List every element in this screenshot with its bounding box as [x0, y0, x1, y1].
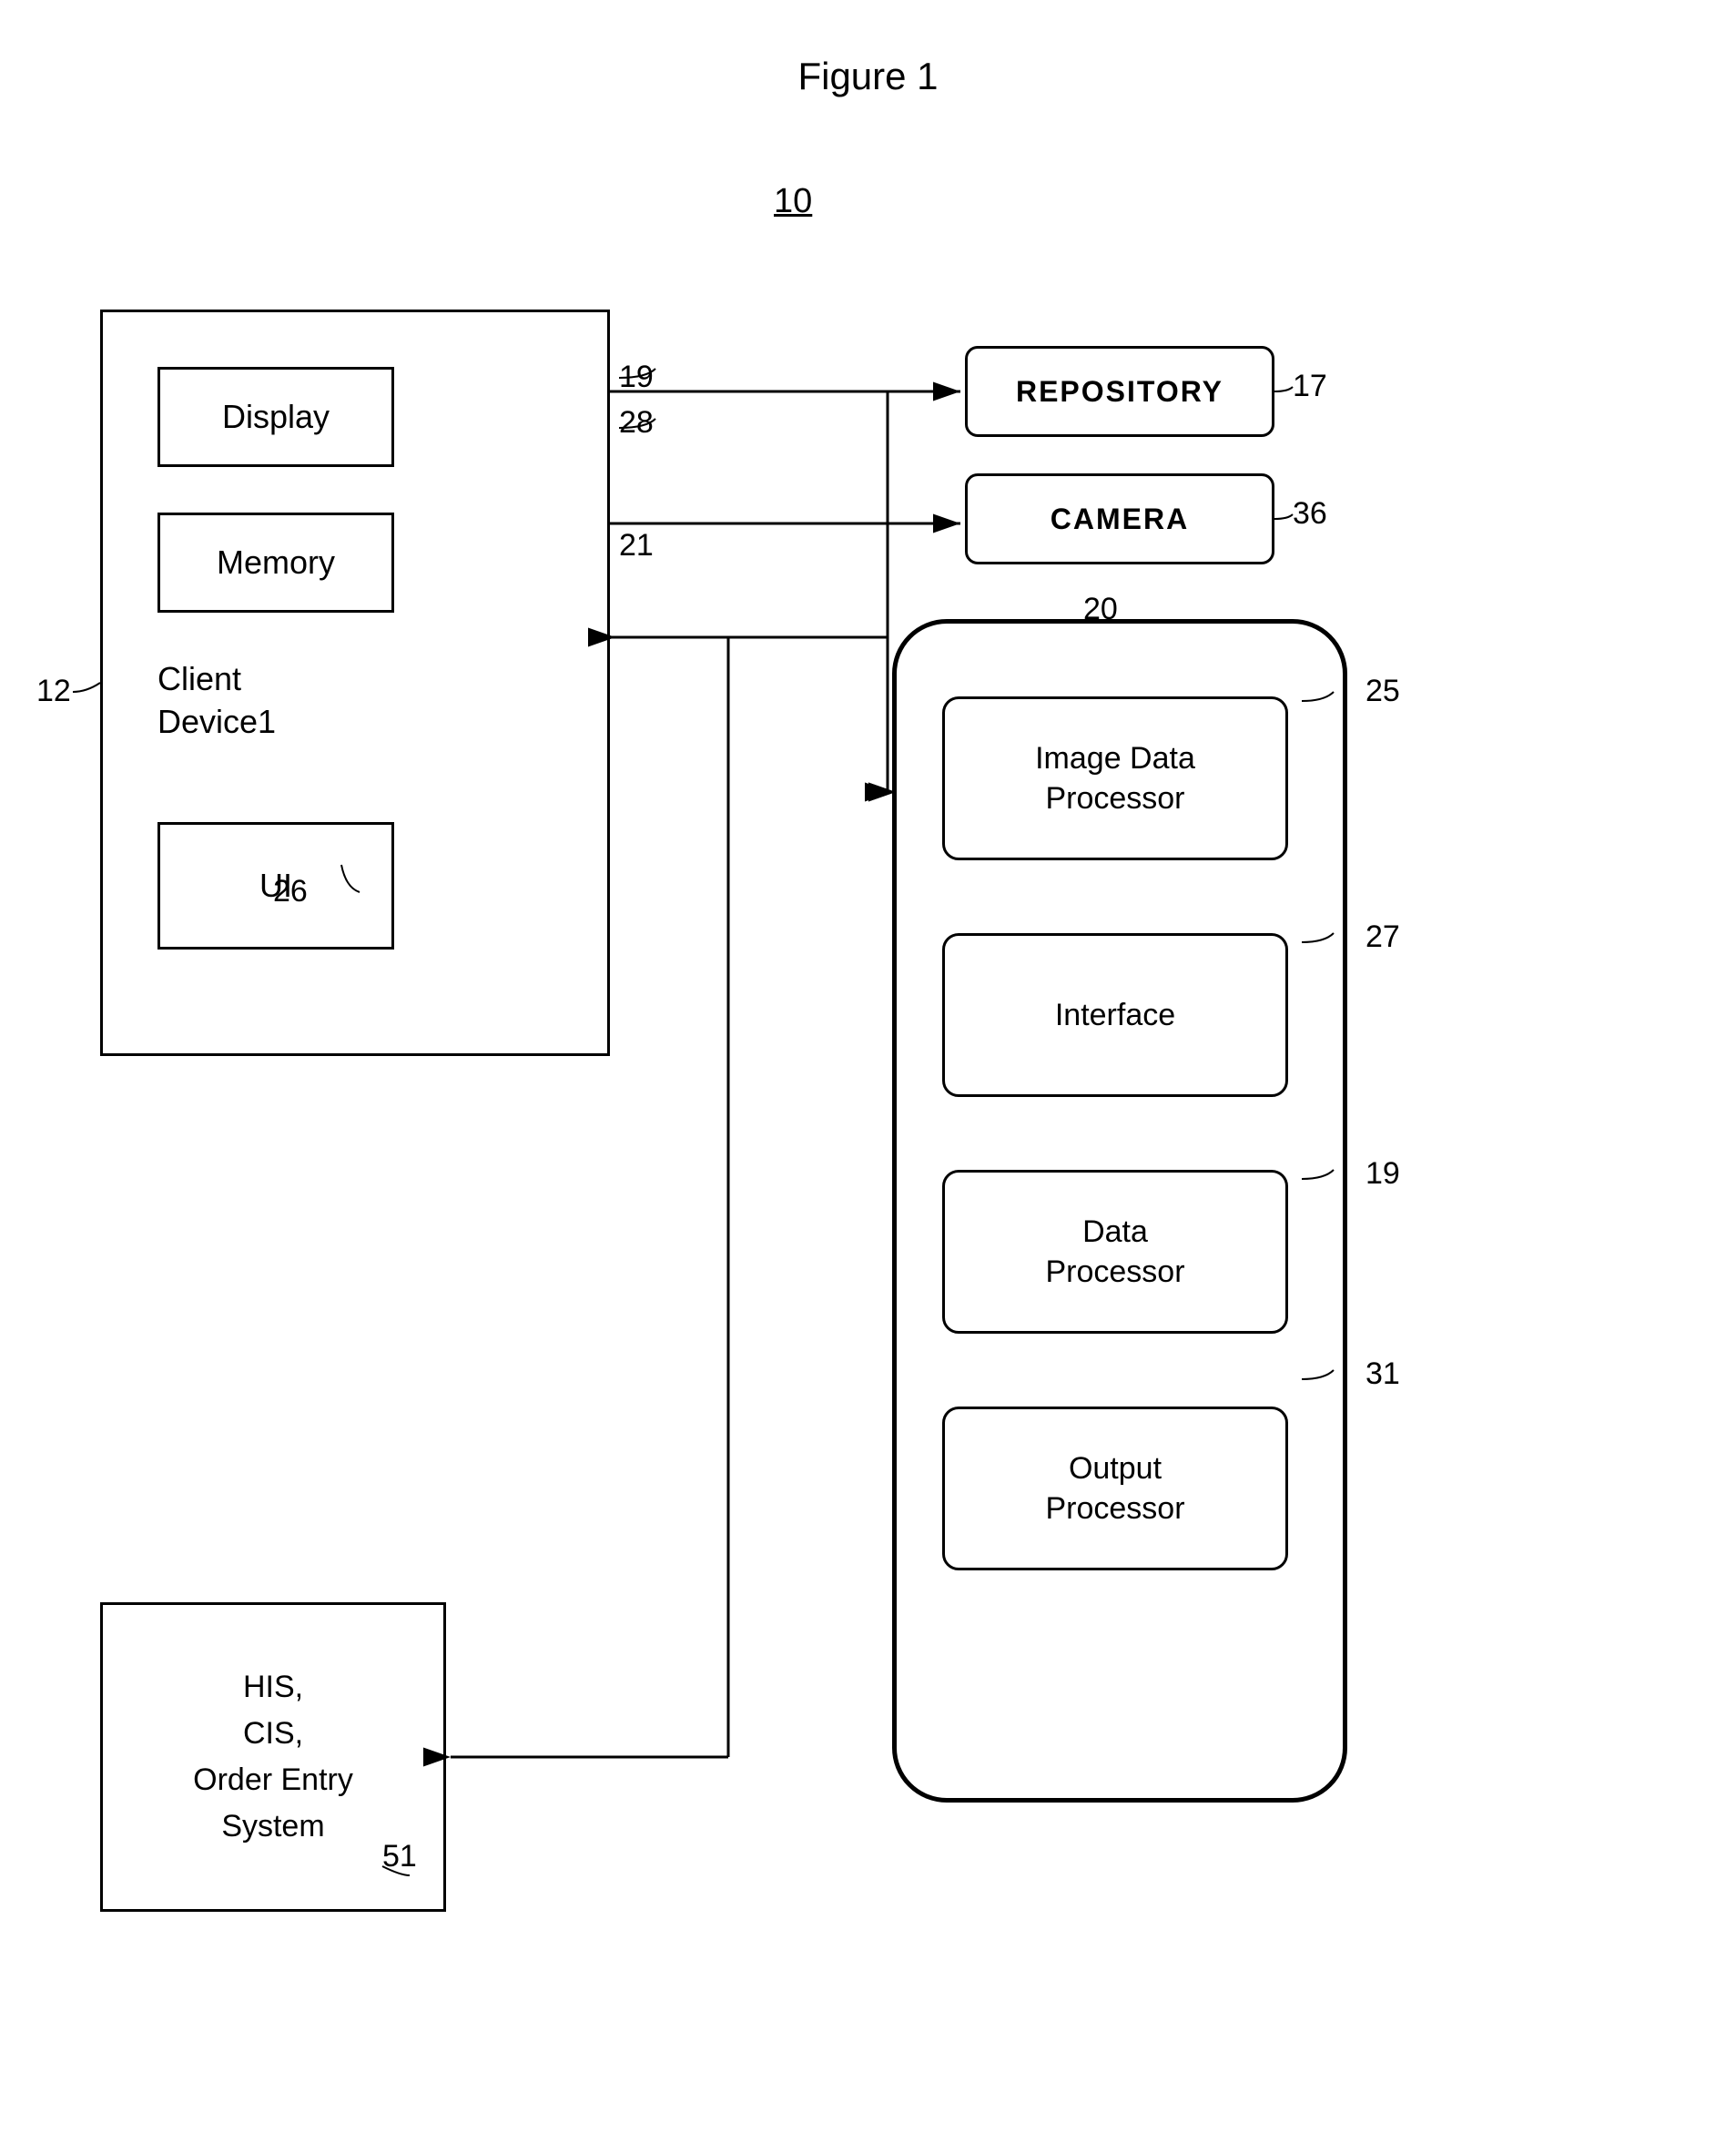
image-data-processor-box: Image DataProcessor — [942, 696, 1288, 860]
client-device-label: ClientDevice1 — [157, 658, 276, 744]
data-processor-label: DataProcessor — [1045, 1212, 1184, 1292]
display-box: Display — [157, 367, 394, 467]
repository-box: REPOSITORY — [965, 346, 1274, 437]
ref-36: 36 — [1293, 496, 1327, 532]
camera-label: CAMERA — [1051, 503, 1189, 536]
output-processor-label: OutputProcessor — [1045, 1448, 1184, 1529]
output-processor-box: OutputProcessor — [942, 1407, 1288, 1570]
display-label: Display — [222, 398, 330, 436]
memory-box: Memory — [157, 513, 394, 613]
interface-label: Interface — [1055, 995, 1175, 1035]
ref-25: 25 — [1365, 674, 1400, 709]
his-cis-label: HIS,CIS,Order EntrySystem — [193, 1664, 353, 1850]
server-outer-box: Image DataProcessor Interface DataProces… — [892, 619, 1347, 1803]
ref-51: 51 — [382, 1839, 417, 1874]
ref-19-dp: 19 — [1365, 1156, 1400, 1192]
camera-box: CAMERA — [965, 473, 1274, 564]
ref-21: 21 — [619, 528, 654, 564]
ref-10-label: 10 — [774, 182, 812, 221]
ref-27: 27 — [1365, 919, 1400, 955]
interface-box: Interface — [942, 933, 1288, 1097]
data-processor-box: DataProcessor — [942, 1170, 1288, 1334]
ref-31: 31 — [1365, 1356, 1400, 1392]
ref-12: 12 — [36, 674, 71, 709]
ref-17: 17 — [1293, 369, 1327, 404]
ref-19-display: 19 — [619, 360, 654, 395]
ref-26: 26 — [273, 874, 308, 909]
memory-label: Memory — [217, 543, 335, 582]
client-device-outer-box: Display Memory ClientDevice1 UI — [100, 310, 610, 1056]
image-data-processor-label: Image DataProcessor — [1035, 738, 1195, 818]
repository-label: REPOSITORY — [1016, 375, 1223, 409]
figure-title: Figure 1 — [797, 55, 938, 98]
ref-28: 28 — [619, 405, 654, 441]
